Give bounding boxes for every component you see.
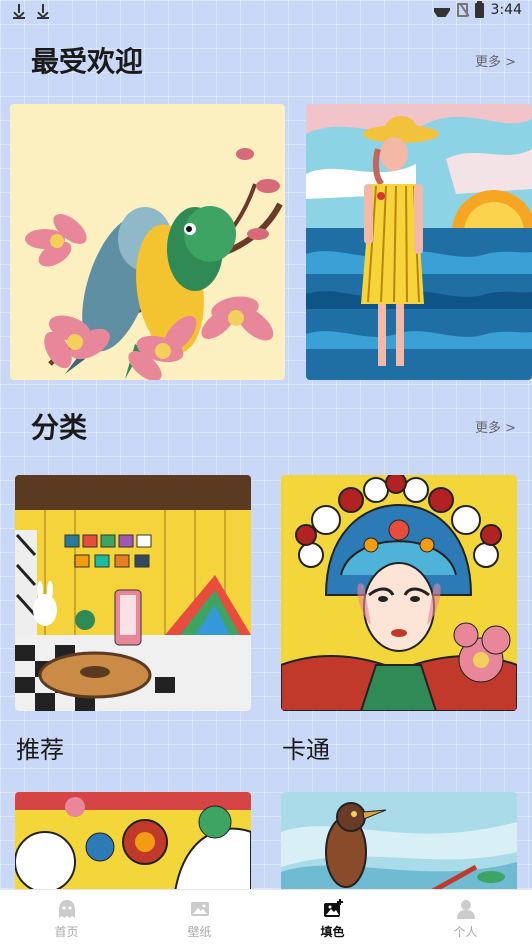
download-icon (12, 3, 26, 19)
wifi-icon (434, 3, 450, 17)
no-sim-icon (456, 3, 468, 17)
status-time: 3:44 (490, 2, 522, 18)
beach-artwork (306, 104, 532, 380)
opera-artwork (281, 475, 517, 711)
parrots-artwork (10, 104, 285, 380)
download-icon (36, 3, 50, 19)
artwork-card-beach[interactable] (306, 104, 532, 380)
categories-section-header: 分类 更多 > (0, 406, 532, 446)
nav-label-home: 首页 (54, 924, 79, 939)
nav-label-profile: 个人 (453, 924, 478, 939)
image-icon (190, 901, 209, 916)
status-bar: 3:44 (0, 0, 532, 24)
category-card-3[interactable] (15, 792, 251, 892)
category-label-cartoon: 卡通 (282, 736, 330, 764)
status-indicators: 3:44 (434, 0, 522, 18)
category-label-recommend: 推荐 (16, 736, 64, 764)
nav-item-wallpaper[interactable]: 壁纸 (133, 890, 266, 947)
nav-label-fill-color: 填色 (320, 924, 345, 939)
bird-artwork (281, 792, 517, 892)
nav-item-profile[interactable]: 个人 (399, 890, 532, 947)
room-artwork (15, 475, 251, 711)
festival-artwork (15, 792, 251, 892)
person-icon (456, 899, 475, 919)
popular-more-link[interactable]: 更多 > (475, 51, 516, 70)
category-card-4[interactable] (281, 792, 517, 892)
category-card-cartoon[interactable] (281, 475, 517, 711)
categories-title: 分类 (31, 411, 88, 444)
popular-title: 最受欢迎 (31, 45, 144, 78)
fill-color-icon (323, 898, 343, 917)
nav-item-fill-color[interactable]: 填色 (266, 890, 399, 947)
home-icon (58, 899, 75, 918)
battery-icon (474, 0, 484, 18)
categories-more-link[interactable]: 更多 > (475, 417, 516, 436)
artwork-card-parrots[interactable] (10, 104, 285, 380)
popular-section-header: 最受欢迎 更多 > (0, 40, 532, 80)
bottom-nav: 首页 壁纸 填色 个人 (0, 889, 532, 947)
status-notifications (12, 3, 50, 19)
category-card-recommend[interactable] (15, 475, 251, 711)
nav-item-home[interactable]: 首页 (0, 890, 133, 947)
nav-label-wallpaper: 壁纸 (187, 924, 212, 939)
